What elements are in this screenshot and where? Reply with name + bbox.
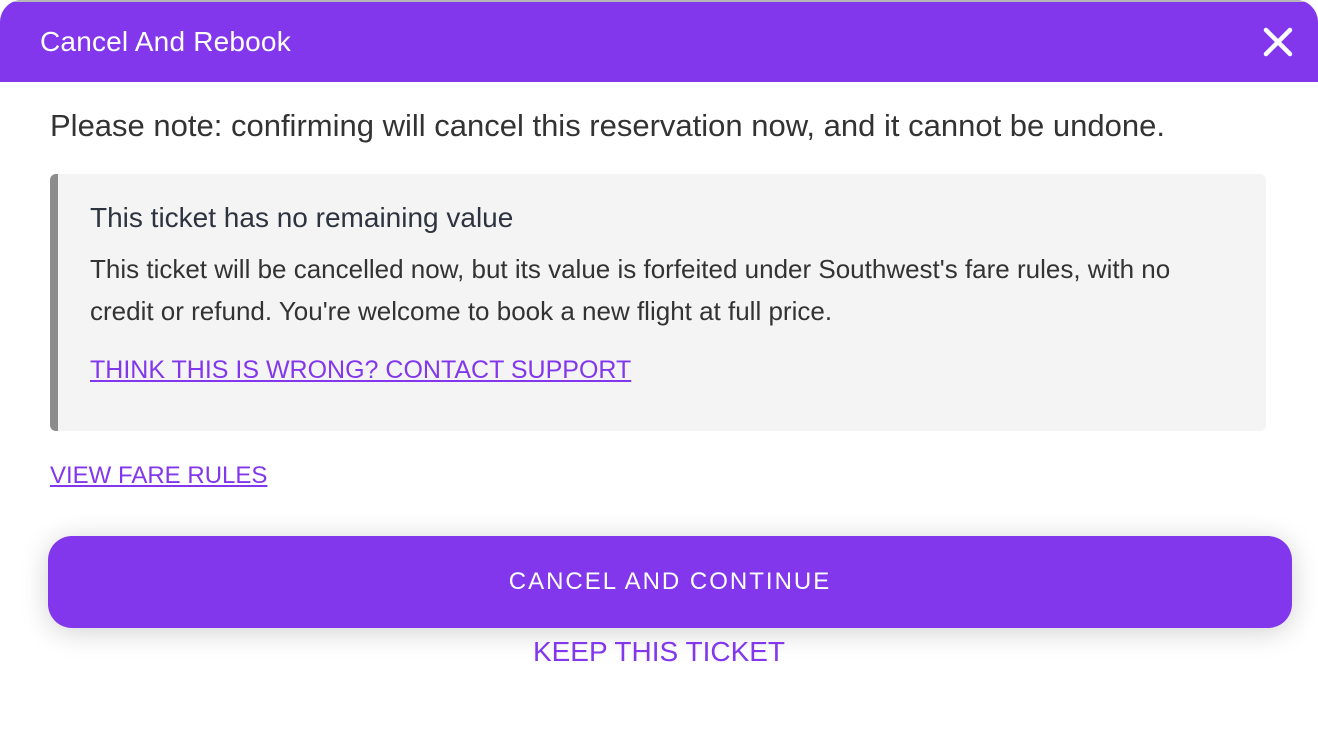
cancel-and-continue-button[interactable]: CANCEL AND CONTINUE — [48, 536, 1292, 628]
no-value-info-box: This ticket has no remaining value This … — [50, 174, 1266, 431]
keep-this-ticket-button[interactable]: KEEP THIS TICKET — [0, 636, 1318, 668]
modal-header: Cancel And Rebook — [0, 0, 1318, 82]
info-box-title: This ticket has no remaining value — [90, 202, 514, 233]
close-button[interactable] — [1258, 22, 1298, 62]
cancellation-note: Please note: confirming will cancel this… — [50, 108, 1165, 143]
modal-title: Cancel And Rebook — [40, 26, 291, 57]
info-box-body: This ticket will be cancelled now, but i… — [90, 254, 1171, 326]
view-fare-rules-link[interactable]: VIEW FARE RULES — [50, 462, 267, 490]
cancel-rebook-modal: Cancel And Rebook Please note: confirmin… — [0, 0, 1318, 740]
contact-support-link[interactable]: THINK THIS IS WRONG? CONTACT SUPPORT — [90, 356, 631, 385]
close-icon — [1263, 27, 1293, 57]
